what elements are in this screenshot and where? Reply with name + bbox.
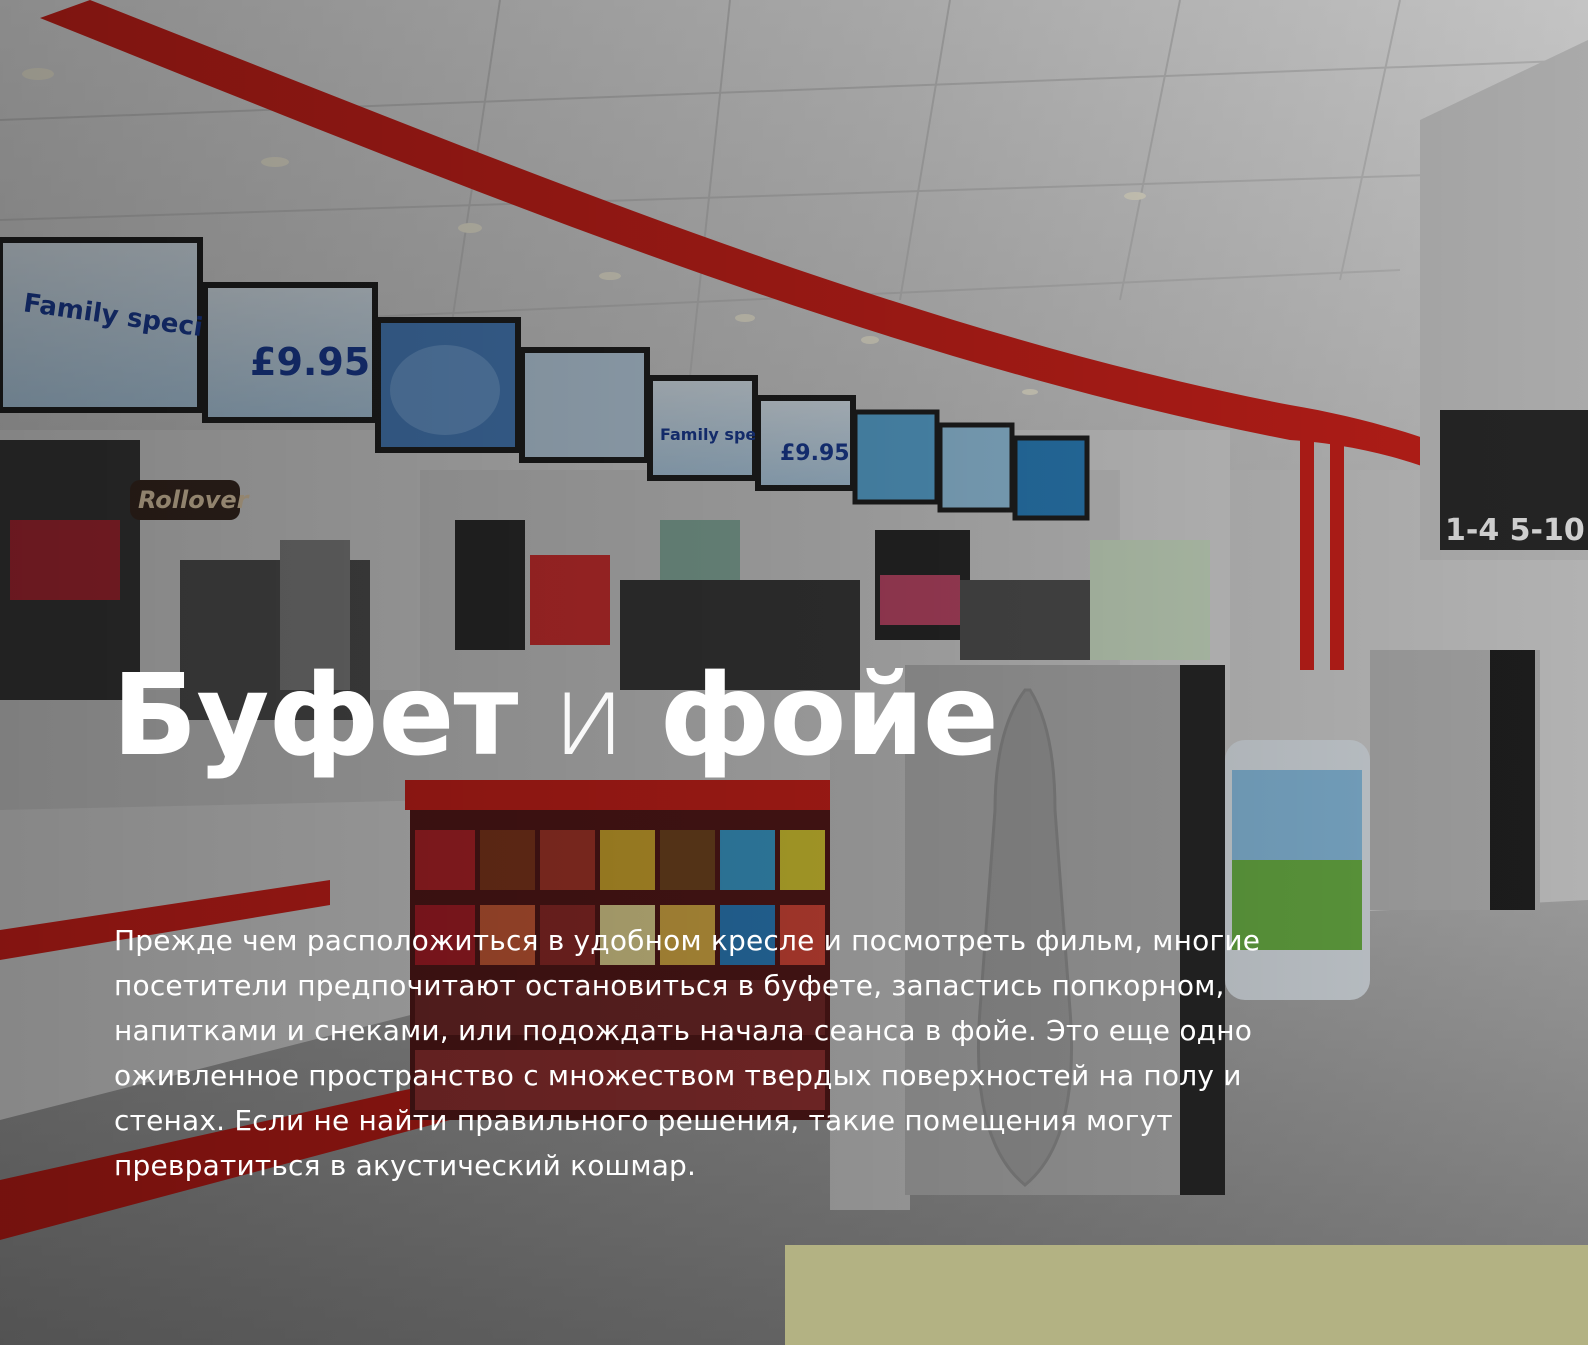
heading-word-foyer: фойе [659,651,999,781]
heading-conjunction: и [551,651,626,781]
accent-block [785,1245,1588,1345]
heading-word-buffet: Буфет [112,651,518,781]
hero-section: 1-4 5-10 Family special £9.95 Family spe… [0,0,1588,1345]
section-description: Прежде чем расположиться в удобном кресл… [114,924,1261,1182]
section-heading: Буфет и фойе [112,654,999,778]
